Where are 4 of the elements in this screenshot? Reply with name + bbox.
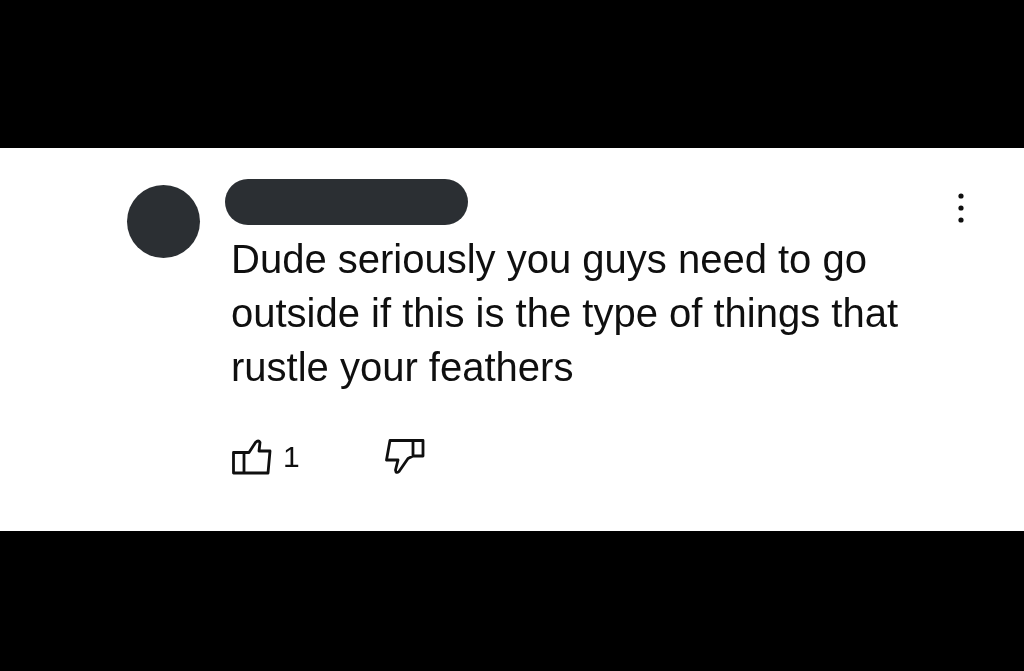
more-options-icon[interactable] — [957, 192, 964, 224]
comment-text: Dude seriously you guys need to go outside if this is the type of things that rustle your feathers — [231, 236, 900, 391]
like-button[interactable]: 1 — [232, 439, 300, 475]
dislike-button[interactable] — [384, 439, 425, 475]
